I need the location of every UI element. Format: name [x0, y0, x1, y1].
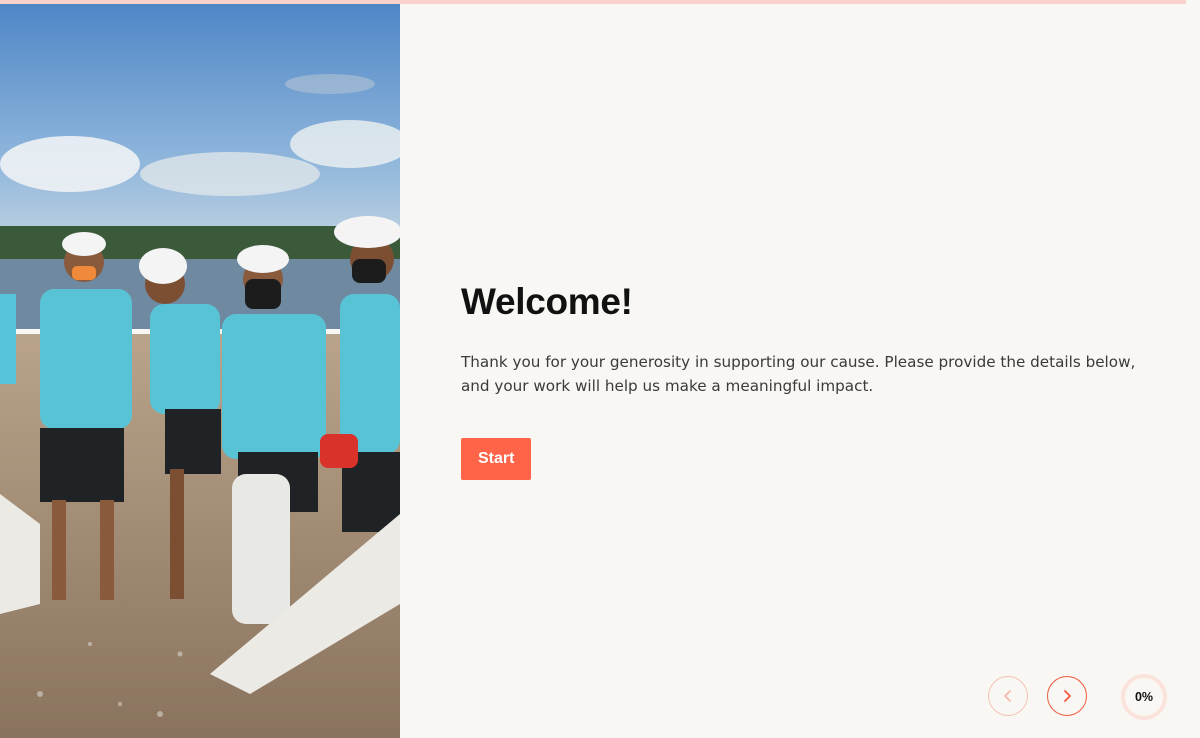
volunteers-beach-cleanup-photo — [0, 4, 400, 738]
start-button[interactable]: Start — [461, 438, 532, 480]
previous-button[interactable] — [988, 676, 1028, 716]
welcome-title: Welcome! — [461, 281, 633, 322]
form-page: Welcome! Thank you for your generosity i… — [0, 0, 1200, 738]
next-button[interactable] — [1047, 676, 1087, 716]
chevron-left-icon — [1004, 690, 1011, 702]
welcome-description: Thank you for your generosity in support… — [461, 353, 1136, 395]
welcome-section: Welcome! Thank you for your generosity i… — [461, 282, 1151, 480]
chevron-right-icon — [1064, 690, 1071, 702]
progress-indicator: 0% — [1120, 673, 1168, 721]
progress-percent: 0% — [1134, 690, 1154, 704]
hero-photo — [0, 4, 400, 738]
